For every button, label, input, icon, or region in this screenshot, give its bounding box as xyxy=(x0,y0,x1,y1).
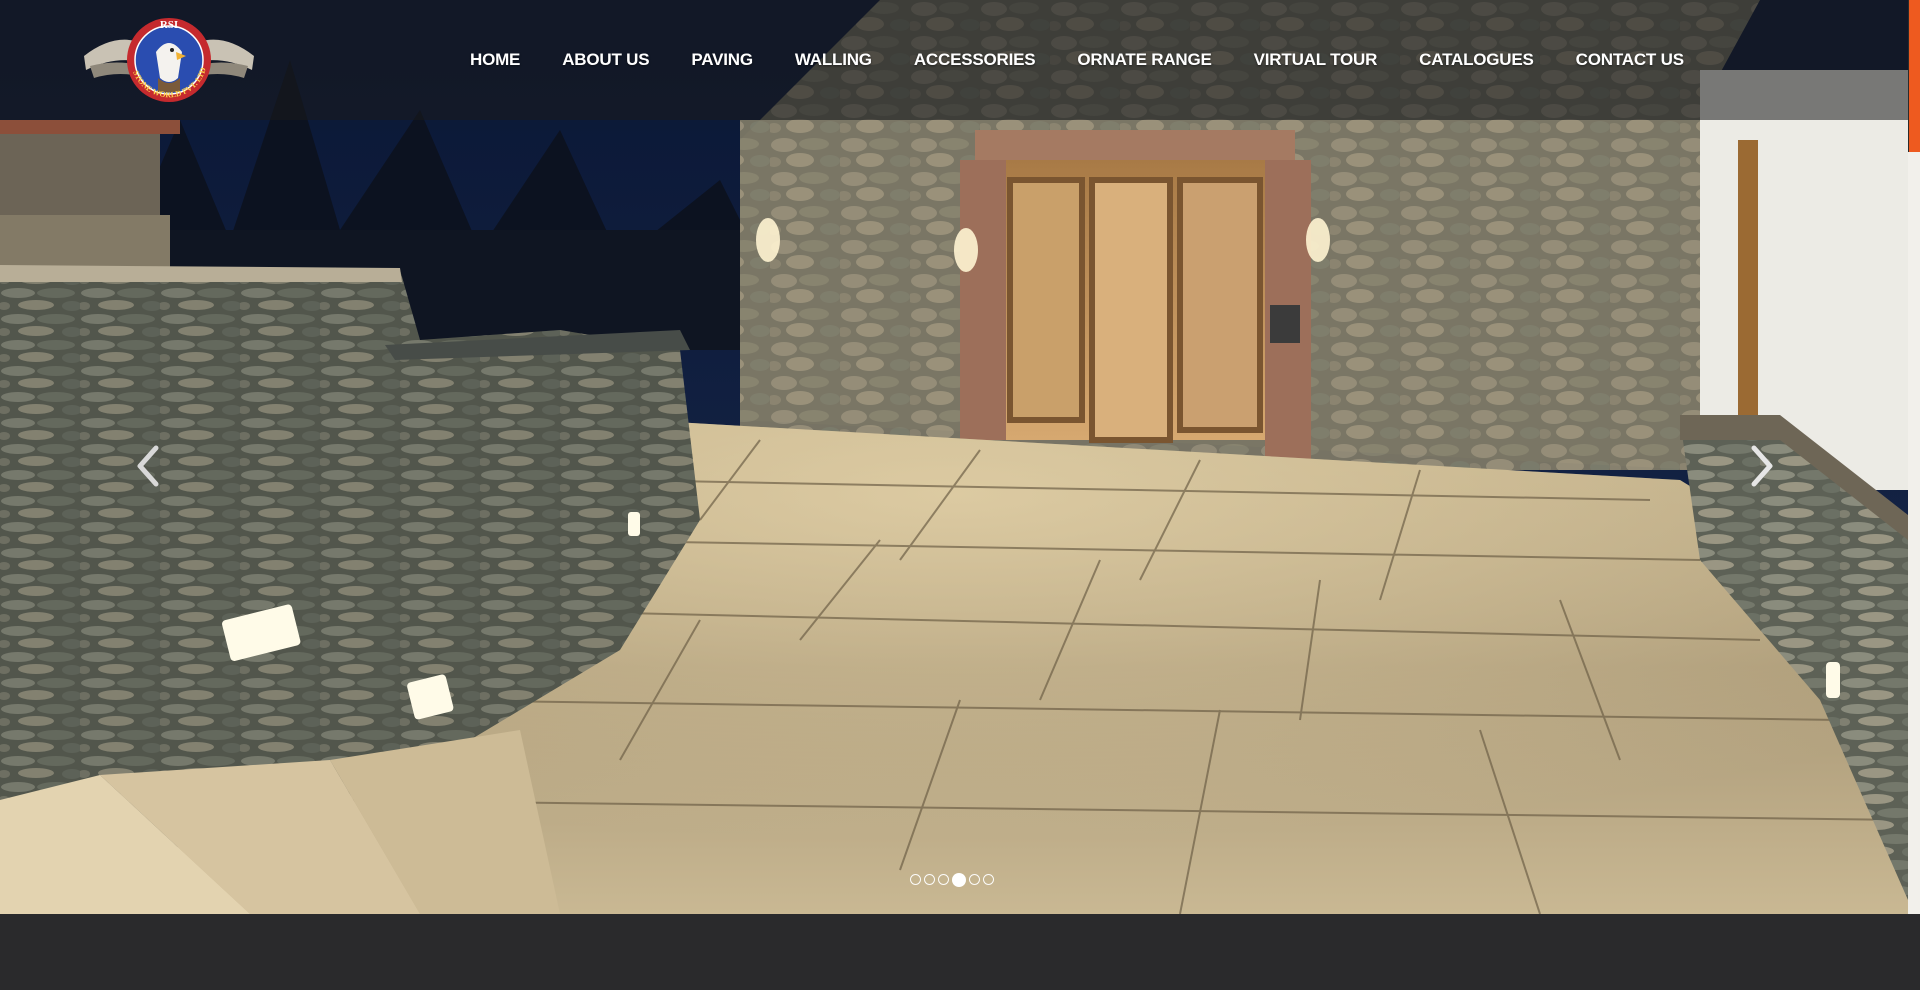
slider-prev-button[interactable] xyxy=(128,440,168,492)
slider-pagination xyxy=(910,872,994,887)
nav-about-us[interactable]: ABOUT US xyxy=(541,50,670,70)
company-logo[interactable]: RSI STONE WORLD PVT. LTD. xyxy=(79,1,258,116)
nav-virtual-tour[interactable]: VIRTUAL TOUR xyxy=(1233,50,1399,70)
slide-image-stone-courtyard xyxy=(0,0,1908,914)
content-section-band xyxy=(0,914,1920,990)
chevron-left-icon xyxy=(137,445,159,487)
slider-next-button[interactable] xyxy=(1742,440,1782,492)
slider-dot-5[interactable] xyxy=(969,874,980,885)
svg-text:RSI: RSI xyxy=(160,19,178,31)
nav-home[interactable]: HOME xyxy=(452,50,541,70)
slider-dot-2[interactable] xyxy=(924,874,935,885)
site-header: RSI STONE WORLD PVT. LTD. HOME ABOUT US … xyxy=(0,0,1908,120)
slider-dot-3[interactable] xyxy=(938,874,949,885)
chevron-right-icon xyxy=(1751,445,1773,487)
logo-emblem-icon: RSI STONE WORLD PVT. LTD. xyxy=(79,1,254,102)
nav-accessories[interactable]: ACCESSORIES xyxy=(893,50,1057,70)
main-navigation: HOME ABOUT US PAVING WALLING ACCESSORIES… xyxy=(452,0,1705,120)
hero-slider xyxy=(0,0,1908,914)
slider-dot-6[interactable] xyxy=(983,874,994,885)
accent-bar xyxy=(1909,0,1920,152)
nav-paving[interactable]: PAVING xyxy=(670,50,773,70)
right-edge-strip xyxy=(1908,152,1920,914)
slider-dot-4-active[interactable] xyxy=(952,872,966,887)
nav-contact-us[interactable]: CONTACT US xyxy=(1555,50,1705,70)
nav-catalogues[interactable]: CATALOGUES xyxy=(1398,50,1554,70)
nav-walling[interactable]: WALLING xyxy=(774,50,893,70)
nav-ornate-range[interactable]: ORNATE RANGE xyxy=(1056,50,1232,70)
slider-dot-1[interactable] xyxy=(910,874,921,885)
